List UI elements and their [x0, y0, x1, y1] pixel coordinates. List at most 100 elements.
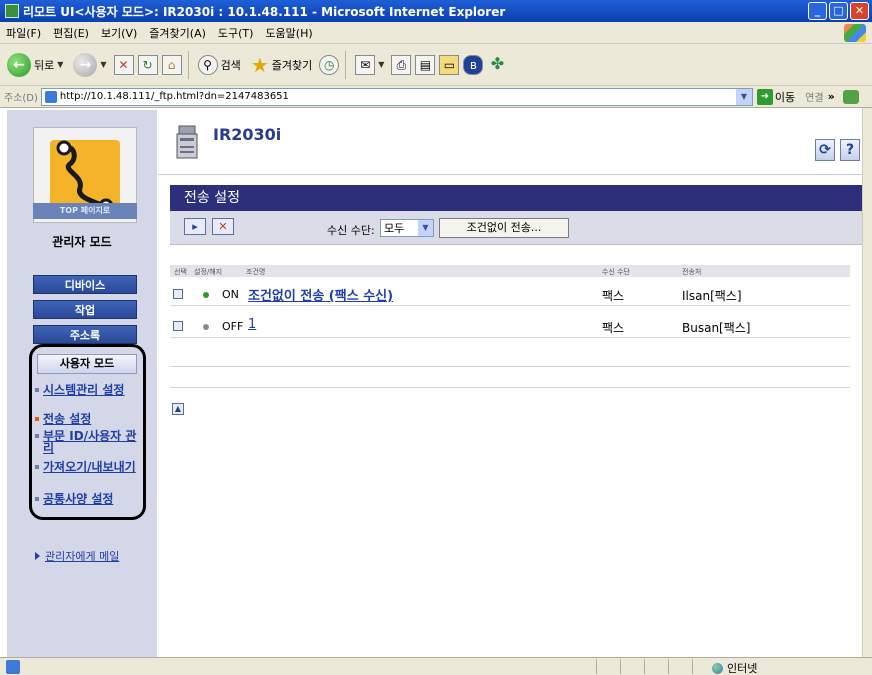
sidebar-link-system-settings[interactable]: 시스템관리 설정	[35, 384, 147, 396]
row-name-link[interactable]: 조건없이 전송 (팩스 수신)	[248, 285, 393, 304]
forward-nav-button[interactable]: → ▼	[70, 50, 109, 80]
window-controls: _ □ ✕	[808, 2, 869, 20]
col-state: 설정/해지	[194, 268, 223, 276]
page-content: TOP 페이지로 관리자 모드 디바이스 작업 주소록 사용자 모드 시스템관리…	[0, 108, 872, 657]
messenger-icon[interactable]: ✤	[487, 54, 507, 75]
status-pane	[668, 659, 692, 674]
home-icon[interactable]: ⌂	[161, 54, 182, 75]
menu-favorites[interactable]: 즐겨찾기(A)	[143, 25, 212, 41]
status-pane	[596, 659, 620, 674]
printer-icon	[176, 125, 198, 159]
status-pane	[644, 659, 668, 674]
top-page-button[interactable]: TOP 페이지로	[33, 203, 137, 219]
mail-admin-link[interactable]: 관리자에게 메일	[35, 548, 119, 564]
row-name-link[interactable]: 1	[248, 317, 256, 332]
status-pane	[620, 659, 644, 674]
menu-file[interactable]: 파일(F)	[0, 25, 47, 41]
bullet-icon	[35, 434, 39, 438]
row-checkbox[interactable]	[173, 321, 183, 331]
search-label: 검색	[220, 58, 241, 72]
address-input[interactable]: http://10.1.48.111/_ftp.html?dn=21474836…	[40, 87, 753, 106]
stop-icon[interactable]: ✕	[113, 54, 134, 75]
history-icon[interactable]: ◷	[319, 54, 340, 75]
minimize-button[interactable]: _	[808, 2, 827, 20]
receive-method-select[interactable]: 모두 ▼	[380, 219, 434, 237]
back-arrow-icon: ←	[7, 52, 31, 77]
window-title: 리모트 UI<사용자 모드>: IR2030i : 10.1.48.111 - …	[23, 4, 506, 19]
section-title: 전송 설정	[170, 185, 862, 211]
status-bar: 인터넷	[0, 657, 872, 675]
address-bar: 주소(D) http://10.1.48.111/_ftp.html?dn=21…	[0, 86, 872, 108]
refresh-icon[interactable]: ⟳	[815, 139, 835, 161]
sidebar-link-label: 전송 설정	[43, 412, 92, 426]
print-icon[interactable]: ⎙	[391, 54, 412, 75]
row-method: 팩스	[602, 321, 625, 335]
arrow-right-icon	[35, 552, 40, 560]
snagit-icon[interactable]	[842, 89, 859, 104]
close-button[interactable]: ✕	[850, 2, 869, 20]
status-dot-icon	[203, 324, 209, 330]
chevron-down-icon: ▼	[418, 220, 433, 236]
menu-tools[interactable]: 도구(T)	[212, 25, 260, 41]
links-chevron[interactable]: »	[828, 90, 835, 103]
page-top-icon[interactable]: ▲	[172, 403, 184, 415]
user-mode-button[interactable]: 사용자 모드	[37, 354, 137, 374]
main-panel: IR2030i ⟳ ? 전송 설정 ▸ ✕ 수신 수단: 모두 ▼ 조건없이 전…	[158, 108, 862, 657]
address-dropdown-icon[interactable]: ▼	[735, 88, 752, 105]
row-checkbox[interactable]	[173, 289, 183, 299]
nav-device-button[interactable]: 디바이스	[33, 275, 137, 294]
help-icon[interactable]: ?	[840, 139, 860, 161]
status-dot-icon	[203, 292, 209, 298]
delete-icon[interactable]: ✕	[212, 218, 234, 235]
row-state: OFF	[222, 320, 244, 333]
links-label[interactable]: 연결	[805, 89, 823, 104]
favorites-label: 즐겨찾기	[271, 58, 313, 72]
sidebar-link-label: 가져오기/내보내기	[43, 460, 136, 474]
address-label: 주소(D)	[4, 93, 38, 104]
sidebar-link-dept-id-user[interactable]: 부문 ID/사용자 관리	[35, 430, 147, 454]
header-divider	[158, 174, 862, 175]
sidebar-link-label: 부문 ID/사용자 관리	[43, 429, 137, 455]
menu-view[interactable]: 보기(V)	[95, 25, 143, 41]
bullet-icon	[35, 388, 39, 392]
device-name: IR2030i	[213, 125, 282, 144]
mail-icon: ✉	[355, 54, 376, 75]
refresh-page-icon[interactable]: ↻	[137, 54, 158, 75]
windows-logo-icon	[844, 24, 866, 42]
forward-unconditional-button[interactable]: 조건없이 전송...	[439, 218, 569, 238]
star-icon: ★	[250, 52, 269, 77]
address-url: http://10.1.48.111/_ftp.html?dn=21474836…	[59, 91, 289, 102]
zone-label: 인터넷	[727, 662, 758, 675]
mail-admin-label: 관리자에게 메일	[45, 550, 120, 563]
sidebar-link-forward-settings[interactable]: 전송 설정	[35, 413, 147, 425]
ie-app-icon	[5, 4, 19, 18]
register-icon[interactable]: ▸	[184, 218, 206, 235]
go-button[interactable]: ➜ 이동	[756, 88, 795, 105]
chevron-down-icon: ▼	[57, 60, 64, 69]
maximize-button[interactable]: □	[829, 2, 848, 20]
edit-icon[interactable]: ▤	[415, 54, 436, 75]
vertical-scrollbar[interactable]	[862, 108, 872, 657]
mail-button[interactable]: ✉ ▼	[352, 50, 387, 80]
bullet-icon	[35, 497, 39, 501]
forward-arrow-icon: →	[73, 52, 98, 77]
sidebar-link-import-export[interactable]: 가져오기/내보내기	[35, 461, 147, 473]
admin-mode-label: 관리자 모드	[52, 235, 112, 249]
section-toolbar: ▸ ✕ 수신 수단: 모두 ▼ 조건없이 전송...	[170, 211, 862, 245]
page-icon	[44, 90, 57, 103]
favorites-button[interactable]: ★ 즐겨찾기	[248, 50, 315, 80]
row-destination: Ilsan[팩스]	[682, 289, 742, 303]
row-method: 팩스	[602, 289, 625, 303]
menu-edit[interactable]: 편집(E)	[47, 25, 95, 41]
folder-icon[interactable]: ▭	[439, 54, 460, 75]
nav-address-book-button[interactable]: 주소록	[33, 325, 137, 344]
menu-help[interactable]: 도움말(H)	[259, 25, 318, 41]
bluetooth-icon[interactable]: ʙ	[463, 54, 484, 75]
browser-toolbar: ← 뒤로 ▼ → ▼ ✕ ↻ ⌂ ⚲ 검색 ★ 즐겨찾기 ◷ ✉ ▼ ⎙ ▤ ▭…	[0, 44, 872, 86]
row-state: ON	[222, 288, 239, 301]
sidebar-link-common-settings[interactable]: 공통사양 설정	[35, 493, 147, 505]
table-row: OFF 1 팩스 Busan[팩스]	[170, 312, 850, 338]
nav-job-button[interactable]: 작업	[33, 300, 137, 319]
search-button[interactable]: ⚲ 검색	[195, 50, 244, 80]
back-button[interactable]: ← 뒤로 ▼	[4, 50, 66, 80]
